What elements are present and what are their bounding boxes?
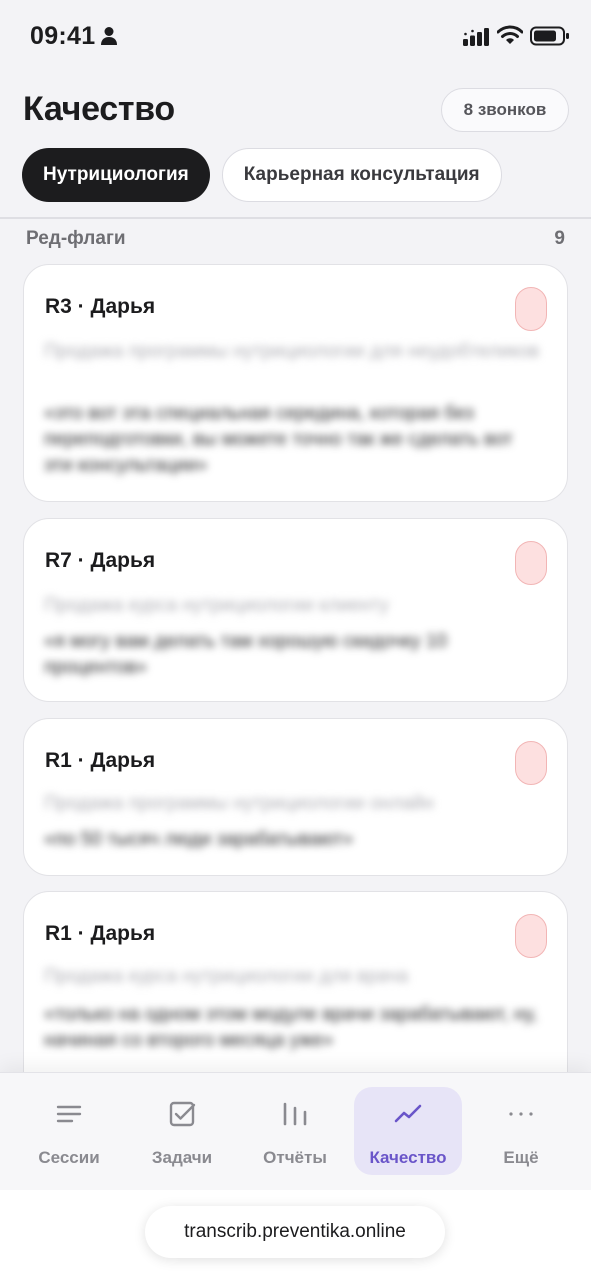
nav-quality[interactable]: Качество	[354, 1087, 462, 1175]
red-flag-card[interactable]: R3 · Дарья Продажа программы нутрициолог…	[23, 264, 568, 502]
nav-label: Качество	[369, 1148, 447, 1167]
card-subtitle: Продажа курса нутрициологии клиенту	[44, 595, 389, 616]
card-quote: «по 50 тысяч люди зарабатывают»	[44, 829, 354, 850]
address-bar[interactable]: transcrib.preventika.online	[145, 1206, 445, 1258]
card-quote: «это вот эта специальная середина, котор…	[44, 403, 513, 476]
card-quote: «я могу вам делать там хорошую скидочку …	[44, 631, 448, 678]
red-flag-indicator	[515, 287, 547, 331]
trend-line-icon	[394, 1104, 422, 1123]
menu-lines-icon	[56, 1105, 82, 1123]
bar-chart-icon	[283, 1102, 307, 1126]
nav-tasks[interactable]: Задачи	[128, 1087, 236, 1175]
nav-label: Задачи	[151, 1148, 213, 1167]
red-flag-indicator	[515, 741, 547, 785]
nav-sessions[interactable]: Сессии	[15, 1087, 123, 1175]
card-subtitle: Продажа программы нутрициологии для неуд…	[44, 341, 540, 362]
card-subtitle: Продажа курса нутрициологии для врача	[44, 966, 409, 987]
red-flag-indicator	[515, 541, 547, 585]
nav-reports[interactable]: Отчёты	[241, 1087, 349, 1175]
card-subtitle: Продажа программы нутрициологии онлайн	[44, 793, 434, 814]
red-flags-list: Ред-флаги 9 R3 · Дарья Продажа программы…	[0, 0, 591, 1072]
nav-label: Отчёты	[263, 1148, 327, 1167]
card-title: R1 · Дарья	[45, 922, 156, 945]
checkbox-icon	[169, 1101, 196, 1127]
red-flag-indicator	[515, 914, 547, 958]
red-flag-card[interactable]: R1 · Дарья Продажа программы нутрициолог…	[23, 718, 568, 876]
red-flag-card[interactable]: R1 · Дарья Продажа курса нутрициологии д…	[23, 891, 568, 1072]
nav-label: Ещё	[503, 1148, 539, 1167]
card-quote: «только на одном этом модуле врачи зараб…	[44, 1004, 538, 1051]
red-flag-card[interactable]: R7 · Дарья Продажа курса нутрициологии к…	[23, 518, 568, 702]
section-count: 9	[554, 228, 565, 249]
card-title: R3 · Дарья	[45, 295, 156, 318]
browser-bar: transcrib.preventika.online	[0, 1190, 591, 1280]
section-title: Ред-флаги	[26, 228, 126, 249]
bottom-tab-bar: Сессии Задачи Отчёты Качество Ещё	[0, 1072, 591, 1190]
more-dots-icon	[509, 1112, 533, 1116]
card-title: R1 · Дарья	[45, 749, 156, 772]
nav-label: Сессии	[38, 1148, 100, 1167]
nav-more[interactable]: Ещё	[467, 1087, 575, 1175]
card-title: R7 · Дарья	[45, 549, 156, 572]
